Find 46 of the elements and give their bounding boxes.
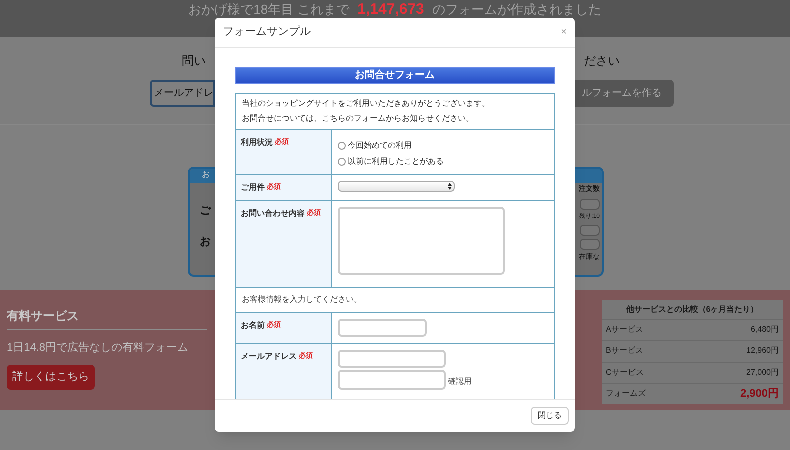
modal-title: フォームサンプル [223, 24, 311, 40]
card-header-text: お [202, 170, 210, 179]
email-field[interactable]: メールアドレ [150, 80, 215, 107]
service-name: Cサービス [606, 366, 644, 379]
field-label: メールアドレス [241, 351, 297, 363]
banner-text: おかげ様で18年目 これまで [188, 1, 350, 18]
email-confirm-input[interactable] [338, 370, 446, 390]
service-price: 6,480円 [750, 324, 779, 336]
service-name: フォームズ [606, 388, 646, 400]
field-label: お問い合わせ内容 [241, 208, 305, 220]
section-title: 有料サービス [7, 308, 79, 325]
close-button[interactable]: 閉じる [531, 407, 569, 425]
service-name: Aサービス [606, 324, 644, 336]
quantity-field[interactable] [580, 198, 600, 210]
radio-button[interactable] [338, 158, 346, 166]
radio-label: 今回始めての利用 [348, 140, 412, 152]
field-label: お名前 [241, 320, 265, 332]
card-cell-text: お [200, 234, 211, 250]
card-cell-text: ご [200, 204, 211, 219]
updown-icon [448, 183, 452, 190]
service-name: Bサービス [606, 345, 644, 358]
name-input[interactable] [338, 319, 427, 337]
quantity-field[interactable] [580, 238, 600, 250]
select-field[interactable] [338, 181, 455, 192]
section-heading: 問い [182, 53, 206, 70]
confirm-label: 確認用 [448, 376, 472, 388]
email-input[interactable] [338, 350, 446, 368]
radio-button[interactable] [338, 142, 346, 150]
service-price: 12,960円 [746, 345, 779, 358]
form-title-bar: お問合せフォーム [235, 67, 555, 84]
banner-text: のフォームが作成されました [432, 1, 602, 18]
service-price: 2,900円 [740, 386, 779, 402]
intro-text: 当社のショッピングサイトをご利用いただきありがとうございます。 [242, 98, 491, 110]
field-label: ご用件 [241, 182, 265, 194]
form-count: 1,147,673 [358, 1, 424, 18]
message-textarea[interactable] [338, 207, 505, 275]
details-button[interactable]: 詳しくはこちら [7, 364, 95, 390]
section-heading: ださい [584, 53, 620, 70]
quantity-field[interactable] [580, 224, 600, 236]
service-price: 27,000円 [746, 366, 779, 379]
intro-text: お問合せについては、こちらのフォームからお知らせください。 [242, 113, 475, 125]
section-note: お客様情報を入力してください。 [242, 294, 362, 306]
field-label: 利用状況 [241, 137, 273, 149]
service-description: 1日14.8円で広告なしの有料フォーム [7, 340, 189, 356]
radio-label: 以前に利用したことがある [348, 156, 444, 168]
table-title: 他サービスとの比較（6ヶ月当たり） [626, 304, 759, 316]
